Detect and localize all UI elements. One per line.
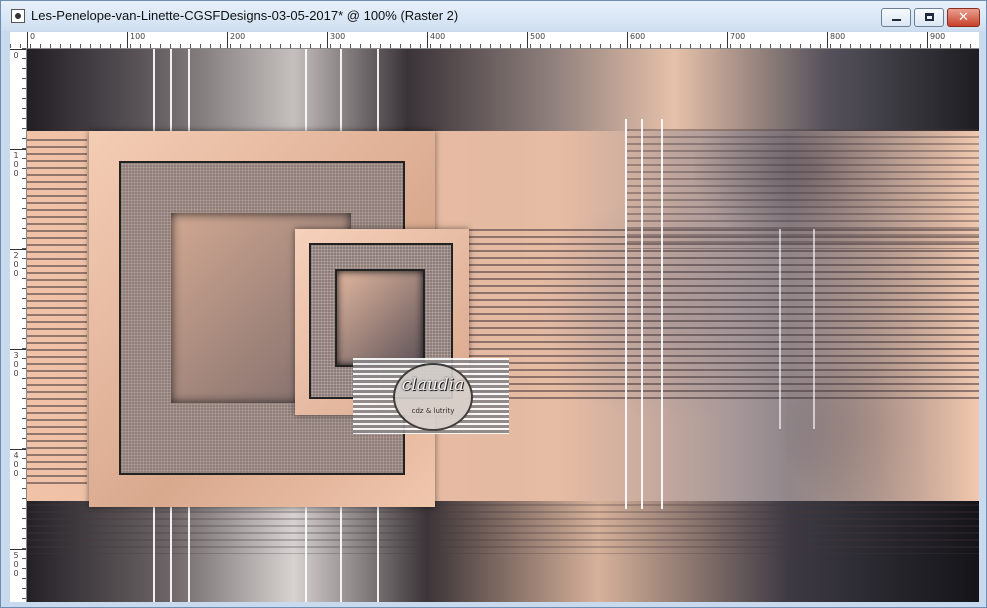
ruler-label: 200	[230, 32, 246, 41]
light-line	[340, 504, 342, 602]
ruler-label: 500	[530, 32, 546, 41]
ruler-label: 700	[730, 32, 746, 41]
ruler-label: 0	[13, 469, 19, 478]
watermark-text: claudia	[401, 375, 465, 395]
light-line	[340, 49, 342, 131]
light-line	[305, 49, 307, 131]
ruler-label: 0	[13, 369, 19, 378]
light-line	[153, 504, 155, 602]
ruler-label: 0	[13, 160, 19, 169]
document-icon[interactable]	[11, 9, 25, 23]
light-line	[170, 49, 172, 131]
ruler-label: 800	[830, 32, 846, 41]
ruler-label: 400	[430, 32, 446, 41]
ruler-label: 0	[13, 51, 19, 60]
ruler-label: 0	[30, 32, 36, 41]
watermark-subtext: cdz & lutrity	[411, 407, 455, 415]
ruler-label: 4	[13, 451, 19, 460]
ruler-label: 2	[13, 251, 19, 260]
maximize-icon	[925, 13, 934, 21]
light-line	[377, 504, 379, 602]
vertical-ruler[interactable]: 0 1 0 0 2 0 0 3 0 0 4 0 0 5 0 0	[10, 48, 27, 602]
minimize-icon	[892, 19, 901, 21]
ruler-label: 1	[13, 151, 19, 160]
light-line	[188, 504, 190, 602]
ruler-label: 900	[930, 32, 946, 41]
horizontal-ruler[interactable]: 0 100 200 300 400 500 600 700 800 900	[10, 32, 979, 49]
ruler-label: 300	[330, 32, 346, 41]
watermark-plate: claudia cdz & lutrity	[353, 358, 509, 434]
stripe-pattern	[627, 129, 979, 249]
stripe-pattern	[467, 229, 979, 399]
close-button[interactable]: ✕	[947, 8, 980, 27]
title-bar[interactable]: Les-Penelope-van-Linette-CGSFDesigns-03-…	[1, 1, 986, 31]
ruler-label: 0	[13, 569, 19, 578]
light-line	[377, 49, 379, 131]
ruler-label: 0	[13, 560, 19, 569]
close-icon: ✕	[958, 10, 969, 25]
image-canvas[interactable]: claudia cdz & lutrity	[27, 49, 979, 602]
light-line	[779, 229, 781, 429]
ruler-label: 3	[13, 351, 19, 360]
image-document-window: Les-Penelope-van-Linette-CGSFDesigns-03-…	[0, 0, 987, 608]
light-line	[641, 119, 643, 509]
light-line	[153, 49, 155, 131]
ruler-label: 0	[13, 169, 19, 178]
ruler-label: 100	[130, 32, 146, 41]
small-frame-opening	[335, 269, 425, 367]
light-line	[661, 119, 663, 509]
window-title: Les-Penelope-van-Linette-CGSFDesigns-03-…	[31, 8, 459, 23]
minimize-button[interactable]	[881, 8, 911, 27]
light-line	[625, 119, 627, 509]
light-line	[170, 504, 172, 602]
ruler-label: 600	[630, 32, 646, 41]
ruler-label: 0	[13, 269, 19, 278]
light-line	[813, 229, 815, 429]
watermark-logo: claudia cdz & lutrity	[393, 363, 473, 431]
ruler-label: 0	[13, 260, 19, 269]
stripe-pattern	[27, 139, 87, 489]
light-line	[305, 504, 307, 602]
ruler-label: 0	[13, 460, 19, 469]
maximize-button[interactable]	[914, 8, 944, 27]
canvas-area[interactable]: 0 100 200 300 400 500 600 700 800 900 0 …	[10, 32, 979, 602]
ruler-label: 0	[13, 360, 19, 369]
light-line	[188, 49, 190, 131]
ruler-label: 5	[13, 551, 19, 560]
